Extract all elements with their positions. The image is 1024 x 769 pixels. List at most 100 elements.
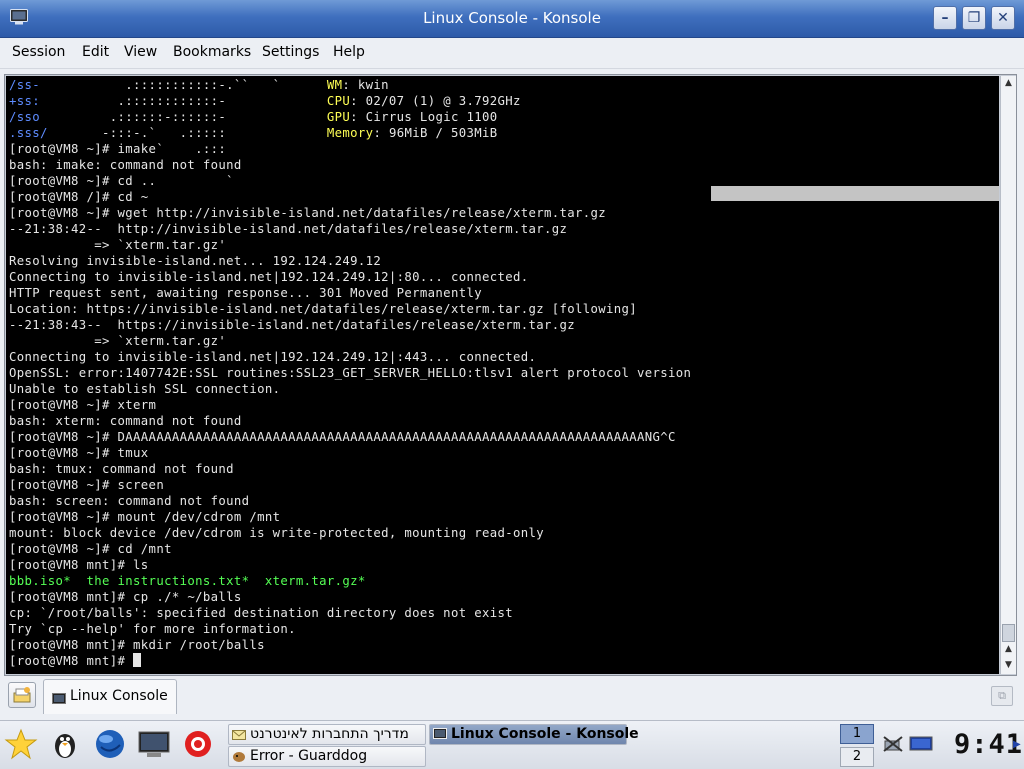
pager-desktop-2[interactable]: 2 bbox=[840, 747, 874, 767]
terminal-line: [root@VM8 mnt]# cp ./* ~/balls bbox=[9, 589, 691, 605]
terminal-text: Memory bbox=[326, 126, 374, 140]
terminal-line: .sss/ -:::-.` .::::: Memory: 96MiB / 503… bbox=[9, 125, 691, 141]
kmenu-star-icon[interactable] bbox=[4, 727, 38, 761]
close-tab-button[interactable]: ⧉ bbox=[991, 686, 1013, 706]
menu-settings[interactable]: Settings bbox=[262, 44, 319, 60]
lifesaver-help-icon[interactable] bbox=[181, 727, 215, 761]
terminal-text: : Cirrus Logic 1100 bbox=[350, 110, 498, 124]
terminal-line: [root@VM8 ~]# xterm bbox=[9, 397, 691, 413]
terminal-text: .::::::-::::::- bbox=[40, 110, 327, 124]
terminal-text: [root@VM8 mnt]# mkdir /root/balls bbox=[9, 638, 265, 652]
terminal-scrollbar[interactable]: ▲ ▲ ▼ bbox=[1000, 76, 1016, 674]
terminal-text: [root@VM8 ~]# wget http://invisible-isla… bbox=[9, 206, 607, 220]
network-tray-icon[interactable] bbox=[882, 735, 904, 753]
panel-arrow-icon[interactable]: ▶ bbox=[1013, 739, 1021, 750]
terminal-line: Location: https://invisible-island.net/d… bbox=[9, 301, 691, 317]
terminal-line: [root@VM8 mnt]# bbox=[9, 653, 691, 669]
scroll-up-small-arrow-icon[interactable]: ▲ bbox=[1001, 642, 1016, 657]
terminal-line: /sso .::::::-::::::- GPU: Cirrus Logic 1… bbox=[9, 109, 691, 125]
window-titlebar[interactable]: Linux Console - Konsole – ❐ ✕ bbox=[0, 0, 1024, 38]
terminal-line: => `xterm.tar.gz' bbox=[9, 333, 691, 349]
maximize-icon: ❐ bbox=[967, 10, 981, 26]
terminal-line: Resolving invisible-island.net... 192.12… bbox=[9, 253, 691, 269]
terminal-line: cp: `/root/balls': specified destination… bbox=[9, 605, 691, 621]
terminal-line: mount: block device /dev/cdrom is write-… bbox=[9, 525, 691, 541]
terminal-text: mount: block device /dev/cdrom is write-… bbox=[9, 526, 544, 540]
menu-edit[interactable]: Edit bbox=[82, 44, 109, 60]
task-error-guarddog[interactable]: Error - Guarddog bbox=[228, 746, 426, 767]
terminal-text: -:::-.` .::::: bbox=[47, 126, 327, 140]
selection-highlight bbox=[711, 186, 999, 201]
menu-bookmarks[interactable]: Bookmarks bbox=[173, 44, 251, 60]
terminal-output[interactable]: /ss- .:::::::::::-.`` ` WM: kwin +ss: .::… bbox=[6, 76, 999, 674]
browser-globe-icon[interactable] bbox=[93, 727, 127, 761]
terminal-text: .::::::::::::- bbox=[40, 94, 327, 108]
terminal-text: /ss- bbox=[9, 78, 41, 92]
terminal-text: Unable to establish SSL connection. bbox=[9, 382, 281, 396]
terminal-text: bash: xterm: command not found bbox=[9, 414, 242, 428]
close-icon: ✕ bbox=[997, 10, 1009, 26]
terminal-text: [root@VM8 ~]# xterm bbox=[9, 398, 157, 412]
terminal-text: OpenSSL: error:1407742E:SSL routines:SSL… bbox=[9, 366, 692, 380]
terminal-text: CPU bbox=[326, 94, 351, 108]
terminal-text: [root@VM8 mnt]# bbox=[9, 654, 134, 668]
terminal-text: : 02/07 (1) @ 3.792GHz bbox=[350, 94, 521, 108]
terminal-text: [root@VM8 ~]# cd .. ` bbox=[9, 174, 234, 188]
terminal-text: [root@VM8 ~]# imake` .::: bbox=[9, 142, 227, 156]
minimize-button[interactable]: – bbox=[933, 6, 957, 30]
maximize-button[interactable]: ❐ bbox=[962, 6, 986, 30]
menu-view[interactable]: View bbox=[124, 44, 157, 60]
menu-help[interactable]: Help bbox=[333, 44, 365, 60]
terminal-text: [root@VM8 ~]# mount /dev/cdrom /mnt bbox=[9, 510, 281, 524]
scroll-up-arrow-icon[interactable]: ▲ bbox=[1001, 76, 1016, 91]
terminal-text: [root@VM8 ~]# tmux bbox=[9, 446, 149, 460]
terminal-text: => `xterm.tar.gz' bbox=[9, 334, 227, 348]
terminal-text: cp: `/root/balls': specified destination… bbox=[9, 606, 513, 620]
terminal-launcher-icon[interactable] bbox=[137, 727, 171, 761]
terminal-line: [root@VM8 ~]# screen bbox=[9, 477, 691, 493]
task-internet-guide[interactable]: מדריך התחברות לאינטרנט bbox=[228, 724, 426, 745]
terminal-line: bash: screen: command not found bbox=[9, 493, 691, 509]
taskbar: מדריך התחברות לאינטרנט Linux Console - K… bbox=[0, 720, 1024, 769]
terminal-text: [root@VM8 mnt]# ls bbox=[9, 558, 149, 572]
terminal-text: --21:38:42-- http://invisible-island.net… bbox=[9, 222, 568, 236]
task-linux-console-konsole[interactable]: Linux Console - Konsole bbox=[429, 724, 639, 745]
new-session-icon bbox=[13, 687, 31, 703]
terminal-text: Try `cp --help' for more information. bbox=[9, 622, 296, 636]
terminal-line: [root@VM8 ~]# cd /mnt bbox=[9, 541, 691, 557]
display-tray-icon[interactable] bbox=[909, 735, 933, 753]
task-label: Error - Guarddog bbox=[250, 748, 368, 764]
terminal-line: [root@VM8 ~]# DAAAAAAAAAAAAAAAAAAAAAAAAA… bbox=[9, 429, 691, 445]
close-button[interactable]: ✕ bbox=[991, 6, 1015, 30]
terminal-text: => `xterm.tar.gz' bbox=[9, 238, 227, 252]
terminal-text: [root@VM8 /]# cd ~ bbox=[9, 190, 149, 204]
terminal-text: +ss: bbox=[9, 94, 41, 108]
tab-linux-console[interactable]: Linux Console bbox=[43, 679, 177, 714]
window-title: Linux Console - Konsole bbox=[423, 9, 601, 27]
terminal-text: : 96MiB / 503MiB bbox=[373, 126, 498, 140]
terminal-text: bash: tmux: command not found bbox=[9, 462, 234, 476]
terminal-line: [root@VM8 ~]# cd .. ` bbox=[9, 173, 691, 189]
scroll-thumb[interactable] bbox=[1002, 624, 1015, 642]
new-session-button[interactable] bbox=[8, 682, 36, 708]
terminal-text: Location: https://invisible-island.net/d… bbox=[9, 302, 638, 316]
terminal-text: WM bbox=[326, 78, 343, 92]
terminal-text: GPU bbox=[326, 110, 351, 124]
terminal-text: --21:38:43-- https://invisible-island.ne… bbox=[9, 318, 575, 332]
text-cursor bbox=[133, 653, 142, 667]
terminal-text: bbb.iso* the instructions.txt* xterm.tar… bbox=[9, 574, 366, 588]
terminal-line: => `xterm.tar.gz' bbox=[9, 237, 691, 253]
terminal-text: Connecting to invisible-island.net|192.1… bbox=[9, 270, 529, 284]
terminal-text: [root@VM8 mnt]# cp ./* ~/balls bbox=[9, 590, 242, 604]
tab-bar: Linux Console ⧉ bbox=[0, 677, 1024, 717]
scroll-down-arrow-icon[interactable]: ▼ bbox=[1001, 658, 1016, 673]
terminal-line: [root@VM8 mnt]# mkdir /root/balls bbox=[9, 637, 691, 653]
tux-icon[interactable] bbox=[48, 727, 82, 761]
terminal-text: [root@VM8 ~]# cd /mnt bbox=[9, 542, 172, 556]
pager-desktop-1[interactable]: 1 bbox=[840, 724, 874, 744]
guarddog-icon bbox=[232, 750, 246, 763]
terminal-text: bash: imake: command not found bbox=[9, 158, 242, 172]
minimize-icon: – bbox=[941, 10, 949, 26]
menu-session[interactable]: Session bbox=[12, 44, 65, 60]
envelope-icon bbox=[232, 728, 246, 741]
